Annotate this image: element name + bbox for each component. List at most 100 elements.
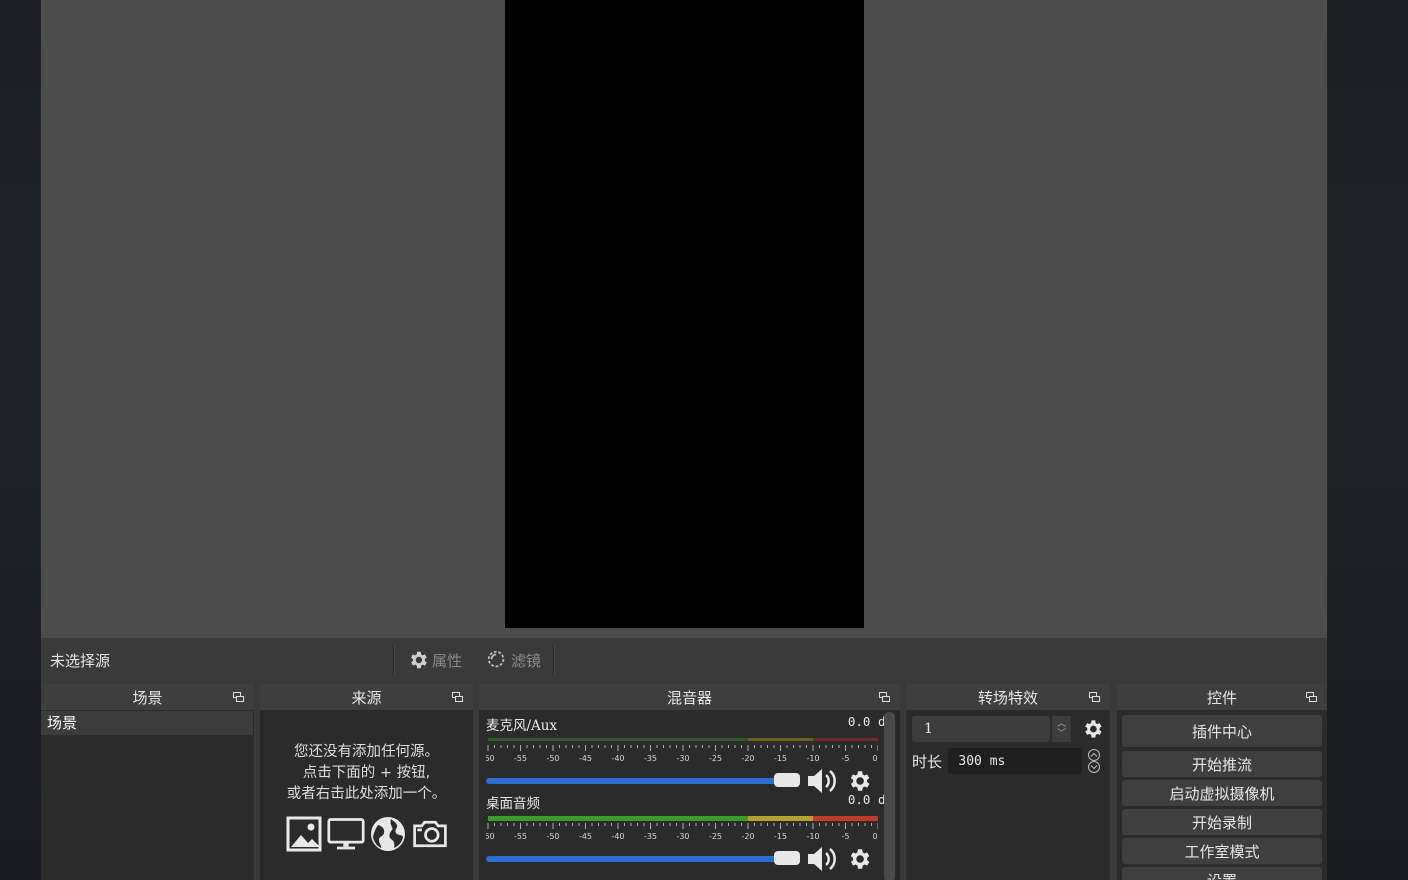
mixer-dock-title: 混音器: [666, 688, 712, 707]
empty-line: 您还没有添加任何源。: [294, 744, 439, 760]
volume-fader[interactable]: [486, 844, 893, 874]
meter-scale-label: -5: [842, 832, 850, 841]
fader-knob[interactable]: [774, 773, 800, 787]
preview-canvas[interactable]: [505, 0, 864, 628]
scenes-list[interactable]: 场景: [41, 710, 254, 880]
meter-bar: [488, 816, 748, 821]
meter-scale-label: -30: [676, 832, 689, 841]
controls-dock-title: 控件: [1206, 688, 1237, 707]
chevron-up-icon[interactable]: ︿: [1057, 719, 1066, 729]
transitions-dock-title: 转场特效: [977, 688, 1038, 707]
channel-name: 麦克风/Aux: [486, 718, 558, 734]
float-dock-icon[interactable]: [1089, 692, 1100, 702]
float-dock-icon[interactable]: [233, 692, 244, 702]
meter-scale: -60-55-50-45-40-35-30-25-20-15-10-50: [486, 816, 878, 841]
meter-scale-label: -30: [676, 754, 689, 763]
scenes-dock: 场景 场景: [41, 684, 254, 880]
fader-knob[interactable]: [774, 851, 800, 865]
meter-scale-label: -40: [611, 832, 624, 841]
meter-scale-label: -15: [774, 832, 787, 841]
camera-icon: [412, 820, 447, 848]
meter-scale-label: -50: [546, 832, 559, 841]
speaker-icon[interactable]: [806, 845, 836, 873]
duration-stepper[interactable]: [1084, 748, 1104, 774]
fader-track[interactable]: [486, 851, 800, 865]
meter-scale-label: -5: [842, 754, 850, 763]
filters-button[interactable]: 滤镜: [474, 649, 553, 671]
meter-scale-label: 0: [872, 754, 877, 763]
controls-dock: 控件 插件中心 开始推流 启动虚拟摄像机 开始录制 工作室模式 设置: [1117, 684, 1327, 880]
filters-label: 滤镜: [511, 651, 542, 670]
meter-scale-label: -40: [611, 754, 624, 763]
scene-list-item[interactable]: 场景: [41, 711, 253, 735]
display-icon: [326, 818, 365, 850]
source-type-icons: [260, 815, 473, 853]
meter-scale-label: -25: [709, 754, 722, 763]
filter-icon: [487, 650, 505, 668]
studio-mode-button[interactable]: 工作室模式: [1122, 838, 1322, 864]
float-dock-icon[interactable]: [452, 692, 463, 702]
scenes-dock-header[interactable]: 场景: [41, 684, 254, 710]
meter-scale-label: -55: [514, 832, 527, 841]
transitions-dock: 转场特效 1 ︿ ﹀ 时长 300 ms: [906, 684, 1110, 880]
scenes-dock-title: 场景: [132, 688, 163, 707]
meter-scale-label: -35: [644, 754, 657, 763]
sources-dock-header[interactable]: 来源: [260, 684, 473, 710]
meter-bar: [748, 816, 813, 821]
obs-main-window: 未选择源 属性 滤镜 场景 场景 来源 您还没有添加任何源。 点击下面的 + 按…: [41, 0, 1327, 880]
meter-scale-label: -15: [774, 754, 787, 763]
gear-icon[interactable]: [1081, 717, 1104, 741]
meter-scale-label: -60: [486, 754, 495, 763]
float-dock-icon[interactable]: [879, 692, 890, 702]
duration-label: 时长: [912, 752, 943, 771]
image-icon: [286, 816, 321, 852]
start-recording-button[interactable]: 开始录制: [1122, 809, 1322, 835]
meter-bar: [813, 816, 878, 821]
duration-input[interactable]: 300 ms: [948, 748, 1083, 774]
transition-select[interactable]: 1: [912, 716, 1050, 742]
sources-empty-message: 您还没有添加任何源。 点击下面的 + 按钮, 或者右击此处添加一个。: [260, 742, 473, 805]
plugin-center-button[interactable]: 插件中心: [1122, 715, 1322, 747]
meter-scale-label: -10: [806, 832, 819, 841]
volume-meter: -60-55-50-45-40-35-30-25-20-15-10-50: [486, 736, 893, 766]
chevron-down-icon[interactable]: ﹀: [1057, 729, 1066, 739]
start-streaming-button[interactable]: 开始推流: [1122, 751, 1322, 777]
float-dock-icon[interactable]: [1306, 692, 1317, 702]
meter-scale-label: -25: [709, 832, 722, 841]
meter-scale-label: -60: [486, 832, 495, 841]
fader-track[interactable]: [486, 773, 800, 787]
chevron-up-icon[interactable]: [1086, 749, 1102, 761]
mixer-dock-header[interactable]: 混音器: [479, 684, 900, 710]
transition-select-arrows[interactable]: ︿ ﹀: [1052, 716, 1072, 742]
gear-icon[interactable]: [846, 846, 872, 872]
volume-meter: -60-55-50-45-40-35-30-25-20-15-10-50: [486, 814, 893, 844]
preview-area[interactable]: [41, 0, 1327, 638]
settings-button[interactable]: 设置: [1122, 867, 1322, 880]
meter-scale-label: -45: [579, 754, 592, 763]
start-virtual-camera-button[interactable]: 启动虚拟摄像机: [1122, 780, 1322, 806]
controls-dock-header[interactable]: 控件: [1117, 684, 1327, 710]
properties-label: 属性: [432, 651, 463, 670]
mixer-channel-mic: 麦克风/Aux 0.0 dB -60-55-50-45-40-35-30-25-…: [479, 710, 900, 793]
meter-scale-label: -10: [806, 754, 819, 763]
transitions-dock-header[interactable]: 转场特效: [906, 684, 1110, 710]
mixer-scrollbar[interactable]: [884, 712, 895, 880]
properties-button[interactable]: 属性: [395, 649, 474, 671]
meter-bar: [748, 738, 813, 741]
empty-line: 或者右击此处添加一个。: [286, 786, 447, 802]
gear-icon: [411, 651, 427, 669]
meter-scale-label: -20: [741, 832, 754, 841]
mixer-channel-desktop: 桌面音频 0.0 dB -60-55-50-45-40-35-30-25-20-…: [479, 788, 900, 871]
chevron-down-icon[interactable]: [1086, 761, 1102, 773]
source-toolbar: 未选择源 属性 滤镜: [41, 638, 1327, 682]
meter-scale-label: -35: [644, 832, 657, 841]
meter-scale-label: -50: [546, 754, 559, 763]
meter-scale-label: -20: [741, 754, 754, 763]
sources-list[interactable]: 您还没有添加任何源。 点击下面的 + 按钮, 或者右击此处添加一个。: [260, 710, 473, 880]
mixer-dock: 混音器 麦克风/Aux 0.0 dB -60-55-50-45-40-35-30…: [479, 684, 900, 880]
globe-icon: [370, 817, 405, 851]
meter-scale-label: -55: [514, 754, 527, 763]
mixer-body: 麦克风/Aux 0.0 dB -60-55-50-45-40-35-30-25-…: [479, 710, 900, 880]
meter-bar: [488, 738, 748, 741]
meter-scale: -60-55-50-45-40-35-30-25-20-15-10-50: [486, 738, 878, 763]
